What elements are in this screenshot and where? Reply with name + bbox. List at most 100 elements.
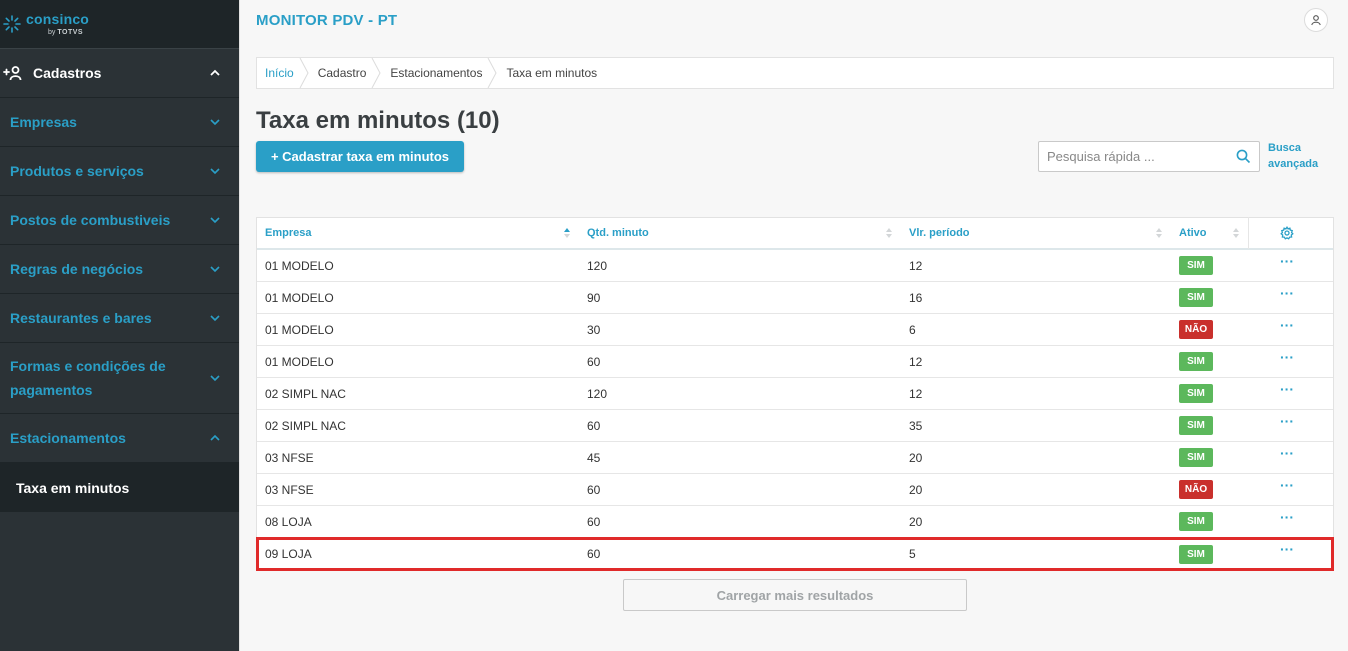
cell-qtd-minuto: 120: [587, 386, 608, 401]
sidebar-item-produtos[interactable]: Produtos e serviços: [0, 147, 239, 196]
sidebar-item-label: Regras de negócios: [10, 261, 144, 277]
main-content: MONITOR PDV - PT Início Cadastro Estacio…: [239, 0, 1348, 651]
breadcrumb-item-inicio[interactable]: Início: [257, 58, 309, 88]
sidebar-section-label: Cadastros: [33, 65, 102, 81]
table-row[interactable]: 01 MODELO 30 6 NÃO ···: [257, 314, 1333, 346]
sidebar-item-estacionamentos[interactable]: Estacionamentos: [0, 414, 239, 463]
table-row[interactable]: 09 LOJA 60 5 SIM ···: [256, 537, 1334, 571]
cell-actions: ···: [1249, 282, 1325, 313]
sidebar-item-postos[interactable]: Postos de combustiveis: [0, 196, 239, 245]
load-more-button[interactable]: Carregar mais resultados: [623, 579, 967, 611]
cell-vlr-periodo: 20: [909, 482, 923, 497]
cell-ativo: NÃO: [1171, 474, 1249, 505]
table-row[interactable]: 01 MODELO 120 12 SIM ···: [257, 250, 1333, 282]
more-icon[interactable]: ···: [1280, 510, 1294, 524]
sidebar-item-label: Postos de combustiveis: [10, 212, 171, 228]
status-badge: SIM: [1179, 448, 1213, 467]
more-icon[interactable]: ···: [1280, 446, 1294, 460]
cell-ativo: SIM: [1171, 410, 1249, 441]
search-input[interactable]: [1039, 142, 1225, 171]
sidebar-subitem-taxa-minutos[interactable]: Taxa em minutos: [0, 463, 239, 512]
user-menu-button[interactable]: [1304, 8, 1328, 32]
more-icon[interactable]: ···: [1280, 542, 1294, 556]
breadcrumb-label: Cadastro: [317, 66, 367, 80]
table-row[interactable]: 03 NFSE 45 20 SIM ···: [257, 442, 1333, 474]
cell-empresa: 01 MODELO: [265, 258, 334, 273]
table-row[interactable]: 08 LOJA 60 20 SIM ···: [257, 506, 1333, 538]
column-label: Empresa: [265, 227, 312, 239]
column-header-qtd-minuto[interactable]: Qtd. minuto: [579, 217, 901, 249]
sidebar-item-label: Formas e condições de pagamentos: [10, 358, 166, 398]
cell-vlr-periodo: 20: [909, 450, 923, 465]
column-header-empresa[interactable]: Empresa: [257, 217, 579, 249]
cell-qtd-minuto: 60: [587, 514, 601, 529]
breadcrumb-label: Taxa em minutos: [506, 66, 598, 80]
add-taxa-button[interactable]: + Cadastrar taxa em minutos: [256, 141, 464, 172]
logo[interactable]: consinco by TOTVS: [0, 0, 239, 49]
chevron-down-icon: [210, 217, 220, 224]
column-header-ativo[interactable]: Ativo: [1171, 217, 1249, 249]
quick-search[interactable]: [1038, 141, 1260, 172]
more-icon[interactable]: ···: [1280, 286, 1294, 300]
app-title: MONITOR PDV - PT: [256, 12, 398, 29]
cell-empresa: 03 NFSE: [265, 450, 314, 465]
column-settings[interactable]: [1249, 217, 1325, 249]
chevron-down-icon: [210, 375, 220, 382]
consinco-logo-icon: [3, 15, 21, 33]
cell-vlr-periodo: 12: [909, 354, 923, 369]
status-badge: SIM: [1179, 544, 1213, 564]
sidebar-item-regras[interactable]: Regras de negócios: [0, 245, 239, 294]
more-icon[interactable]: ···: [1280, 382, 1294, 396]
table-row[interactable]: 02 SIMPL NAC 120 12 SIM ···: [257, 378, 1333, 410]
status-badge: SIM: [1179, 512, 1213, 531]
cell-ativo: SIM: [1171, 506, 1249, 537]
cell-ativo: SIM: [1171, 346, 1249, 377]
cell-vlr-periodo: 12: [909, 258, 923, 273]
cell-vlr-periodo: 35: [909, 418, 923, 433]
search-icon[interactable]: [1236, 149, 1251, 164]
cell-empresa: 03 NFSE: [265, 482, 314, 497]
more-icon[interactable]: ···: [1280, 414, 1294, 428]
more-icon[interactable]: ···: [1280, 254, 1294, 268]
sidebar-item-restaurantes[interactable]: Restaurantes e bares: [0, 294, 239, 343]
cell-actions: ···: [1249, 442, 1325, 473]
column-label: Ativo: [1179, 227, 1207, 239]
more-icon[interactable]: ···: [1280, 478, 1294, 492]
cell-vlr-periodo: 20: [909, 514, 923, 529]
advanced-search-link[interactable]: Busca avançada: [1268, 140, 1328, 172]
cell-ativo: SIM: [1171, 442, 1249, 473]
gear-icon[interactable]: [1280, 226, 1294, 240]
logo-by: by: [48, 29, 56, 36]
breadcrumb-item-estacionamentos[interactable]: Estacionamentos: [376, 58, 498, 88]
column-header-vlr-periodo[interactable]: Vlr. período: [901, 217, 1171, 249]
cell-actions: ···: [1249, 506, 1325, 537]
cell-actions: ···: [1249, 474, 1325, 505]
cell-empresa: 02 SIMPL NAC: [265, 418, 346, 433]
cell-empresa: 09 LOJA: [265, 547, 312, 561]
user-icon: [1311, 15, 1321, 26]
page-title: Taxa em minutos (10): [256, 107, 500, 134]
table-row[interactable]: 02 SIMPL NAC 60 35 SIM ···: [257, 410, 1333, 442]
cell-vlr-periodo: 16: [909, 290, 923, 305]
column-label: Qtd. minuto: [587, 227, 649, 239]
cell-empresa: 01 MODELO: [265, 290, 334, 305]
table-row[interactable]: 03 NFSE 60 20 NÃO ···: [257, 474, 1333, 506]
sidebar-item-empresas[interactable]: Empresas: [0, 98, 239, 147]
chevron-down-icon: [210, 315, 220, 322]
breadcrumb-item-cadastro[interactable]: Cadastro: [304, 58, 381, 88]
table-row[interactable]: 01 MODELO 90 16 SIM ···: [257, 282, 1333, 314]
logo-name: consinco: [26, 11, 90, 27]
sort-icon: [1233, 228, 1239, 238]
sidebar-section-cadastros[interactable]: Cadastros: [0, 49, 239, 98]
more-icon[interactable]: ···: [1280, 318, 1294, 332]
table-row[interactable]: 01 MODELO 60 12 SIM ···: [257, 346, 1333, 378]
sidebar-item-pagamentos[interactable]: Formas e condições de pagamentos: [0, 343, 239, 414]
cell-qtd-minuto: 60: [587, 418, 601, 433]
breadcrumb-label: Início: [265, 66, 294, 80]
cell-actions: ···: [1249, 410, 1325, 441]
cell-actions: ···: [1249, 346, 1325, 377]
cell-ativo: SIM: [1171, 378, 1249, 409]
more-icon[interactable]: ···: [1280, 350, 1294, 364]
status-badge: SIM: [1179, 288, 1213, 307]
cell-qtd-minuto: 90: [587, 290, 601, 305]
